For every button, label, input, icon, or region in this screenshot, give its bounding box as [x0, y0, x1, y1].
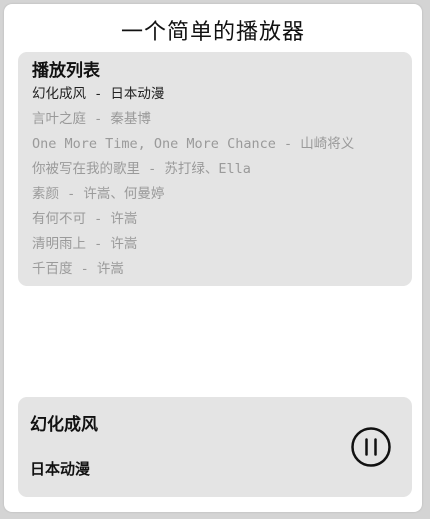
- track-item[interactable]: One More Time, One More Chance - 山崎将义: [32, 132, 354, 157]
- pause-button[interactable]: [351, 427, 391, 467]
- track-list: 幻化成风 - 日本动漫 言叶之庭 - 秦基博 One More Time, On…: [32, 82, 354, 282]
- track-item[interactable]: 言叶之庭 - 秦基博: [32, 107, 354, 132]
- track-item[interactable]: 幻化成风 - 日本动漫: [32, 82, 354, 107]
- now-playing-panel: 幻化成风 日本动漫: [18, 397, 412, 497]
- playlist-heading: 播放列表: [32, 61, 100, 81]
- now-playing-title: 幻化成风: [30, 415, 98, 435]
- player-card: 一个简单的播放器 播放列表 幻化成风 - 日本动漫 言叶之庭 - 秦基博 One…: [4, 4, 422, 512]
- track-item[interactable]: 千百度 - 许嵩: [32, 257, 354, 282]
- track-item[interactable]: 有何不可 - 许嵩: [32, 207, 354, 232]
- now-playing-artist: 日本动漫: [30, 460, 91, 478]
- pause-icon: [351, 427, 391, 467]
- page-title: 一个简单的播放器: [120, 20, 305, 45]
- track-item[interactable]: 你被写在我的歌里 - 苏打绿、Ella: [32, 157, 354, 182]
- playlist-panel: 播放列表 幻化成风 - 日本动漫 言叶之庭 - 秦基博 One More Tim…: [18, 52, 412, 286]
- track-item[interactable]: 素颜 - 许嵩、何曼婷: [32, 182, 354, 207]
- track-item[interactable]: 清明雨上 - 许嵩: [32, 232, 354, 257]
